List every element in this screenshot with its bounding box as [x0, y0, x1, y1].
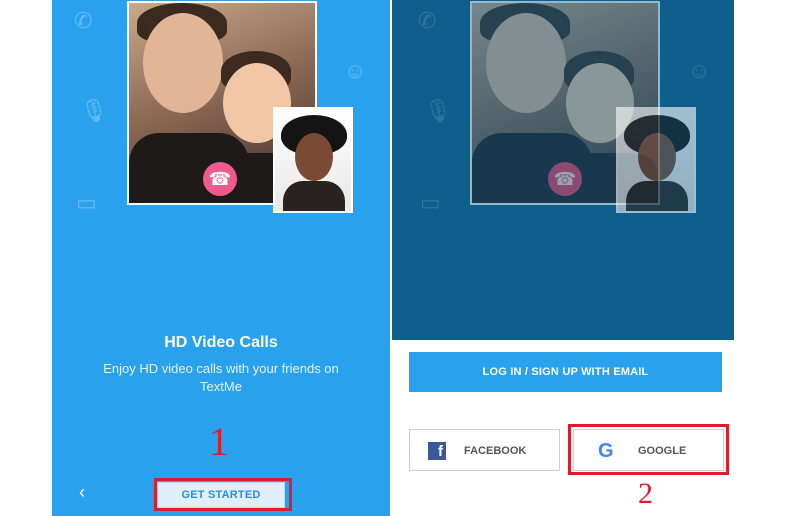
step2-highlight-box: [568, 424, 729, 475]
video-call-self-feed: [273, 107, 353, 213]
video-camera-icon: ▭: [420, 190, 441, 215]
feature-description: Enjoy HD video calls with your friends o…: [103, 361, 339, 394]
dimmed-onboarding-background: ✆ 🎙 ▭ ☺ ☎: [392, 0, 734, 340]
end-call-button: ☎: [548, 162, 582, 196]
video-camera-icon: ▭: [76, 190, 97, 215]
onboarding-screen: ✆ 🎙 ▭ ☺ ☎ HD Video Calls Enjoy HD video …: [52, 0, 390, 516]
feature-title: HD Video Calls: [164, 334, 278, 351]
phone-hangup-icon: ☎: [553, 169, 577, 189]
end-call-button[interactable]: ☎: [203, 162, 237, 196]
step2-number: 2: [638, 477, 653, 510]
facebook-label: FACEBOOK: [464, 445, 527, 457]
smiley-icon: ☺: [344, 58, 367, 83]
email-login-button[interactable]: LOG IN / SIGN UP WITH EMAIL: [409, 352, 722, 392]
video-call-self-feed: [616, 107, 696, 213]
smiley-icon: ☺: [688, 58, 711, 83]
phone-call-icon: ✆: [418, 8, 437, 33]
microphone-icon: 🎙: [80, 98, 108, 123]
back-chevron-icon[interactable]: ‹: [79, 483, 85, 501]
step1-highlight-box: [154, 478, 292, 511]
phone-hangup-icon: ☎: [208, 169, 232, 189]
step1-number: 1: [209, 419, 229, 464]
facebook-icon: f: [428, 442, 446, 460]
facebook-login-button[interactable]: f FACEBOOK: [409, 429, 560, 471]
phone-call-icon: ✆: [74, 8, 93, 33]
login-screen: ✆ 🎙 ▭ ☺ ☎ LOG IN / SIGN UP WITH EMAIL f …: [392, 0, 734, 516]
microphone-icon: 🎙: [424, 98, 452, 123]
